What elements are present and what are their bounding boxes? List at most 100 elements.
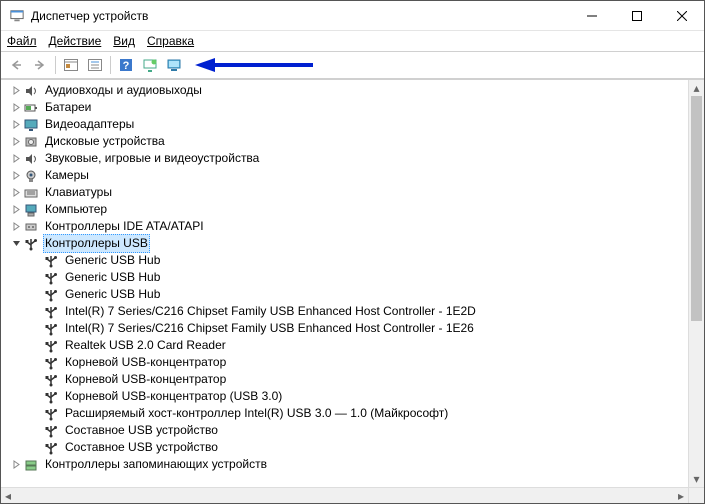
category-label: Дисковые устройства [43,133,167,150]
category-label: Компьютер [43,201,109,218]
device-node[interactable]: Корневой USB-концентратор [1,371,688,388]
toolbar-separator [55,56,56,74]
device-node[interactable]: Расширяемый хост-контроллер Intel(R) USB… [1,405,688,422]
category-label: Аудиовходы и аудиовыходы [43,82,204,99]
close-button[interactable] [659,1,704,31]
category-label: Контроллеры USB [43,234,150,253]
device-node[interactable]: Generic USB Hub [1,269,688,286]
device-tree[interactable]: Аудиовходы и аудиовыходыБатареиВидеоадап… [1,80,688,487]
device-label: Realtek USB 2.0 Card Reader [63,337,228,354]
nav-forward-button[interactable] [29,54,51,76]
category-node[interactable]: Дисковые устройства [1,133,688,150]
usb-icon [43,406,59,422]
usb-icon [23,236,39,252]
annotation-arrow [195,55,315,75]
device-node[interactable]: Корневой USB-концентратор (USB 3.0) [1,388,688,405]
chevron-right-icon[interactable] [9,171,23,180]
menu-file[interactable]: Файл [7,34,37,48]
menu-view[interactable]: Вид [113,34,135,48]
device-node[interactable]: Составное USB устройство [1,439,688,456]
scan-hardware-button[interactable] [139,54,161,76]
ide-icon [23,219,39,235]
help-button[interactable]: ? [115,54,137,76]
category-label: Видеоадаптеры [43,116,136,133]
device-label: Generic USB Hub [63,286,162,303]
chevron-right-icon[interactable] [9,154,23,163]
device-label: Generic USB Hub [63,269,162,286]
scroll-down-icon[interactable]: ▾ [689,471,704,487]
show-hidden-button[interactable] [60,54,82,76]
tree-panel: Аудиовходы и аудиовыходыБатареиВидеоадап… [1,79,704,503]
keyboard-icon [23,185,39,201]
category-label: Контроллеры запоминающих устройств [43,456,269,473]
usb-icon [43,287,59,303]
chevron-right-icon[interactable] [9,120,23,129]
horizontal-scrollbar[interactable]: ◂▸ [1,487,688,503]
device-label: Intel(R) 7 Series/C216 Chipset Family US… [63,303,478,320]
usb-icon [43,270,59,286]
usb-icon [43,423,59,439]
device-node[interactable]: Составное USB устройство [1,422,688,439]
menu-help[interactable]: Справка [147,34,194,48]
usb-icon [43,253,59,269]
maximize-button[interactable] [614,1,659,31]
chevron-right-icon[interactable] [9,460,23,469]
toolbar: ? [1,51,704,79]
category-node[interactable]: Контроллеры USB [1,235,688,252]
chevron-right-icon[interactable] [9,137,23,146]
usb-icon [43,389,59,405]
disk-icon [23,134,39,150]
category-node[interactable]: Клавиатуры [1,184,688,201]
nav-back-button[interactable] [5,54,27,76]
category-node[interactable]: Контроллеры IDE ATA/ATAPI [1,218,688,235]
device-node[interactable]: Intel(R) 7 Series/C216 Chipset Family US… [1,303,688,320]
category-label: Камеры [43,167,91,184]
minimize-button[interactable] [569,1,614,31]
category-node[interactable]: Контроллеры запоминающих устройств [1,456,688,473]
titlebar: Диспетчер устройств [1,1,704,31]
category-node[interactable]: Видеоадаптеры [1,116,688,133]
svg-text:?: ? [123,60,130,72]
category-node[interactable]: Батареи [1,99,688,116]
chevron-right-icon[interactable] [9,188,23,197]
add-legacy-button[interactable] [163,54,185,76]
battery-icon [23,100,39,116]
usb-icon [43,321,59,337]
vertical-scrollbar[interactable]: ▴ ▾ [688,80,704,487]
category-node[interactable]: Звуковые, игровые и видеоустройства [1,150,688,167]
scroll-thumb[interactable] [691,96,702,321]
chevron-right-icon[interactable] [9,103,23,112]
category-node[interactable]: Камеры [1,167,688,184]
app-icon [9,8,25,24]
category-label: Батареи [43,99,93,116]
category-label: Контроллеры IDE ATA/ATAPI [43,218,206,235]
menu-action[interactable]: Действие [49,34,102,48]
computer-icon [23,202,39,218]
device-label: Generic USB Hub [63,252,162,269]
device-node[interactable]: Generic USB Hub [1,252,688,269]
camera-icon [23,168,39,184]
category-node[interactable]: Аудиовходы и аудиовыходы [1,82,688,99]
chevron-right-icon[interactable] [9,86,23,95]
usb-icon [43,338,59,354]
usb-icon [43,372,59,388]
device-node[interactable]: Realtek USB 2.0 Card Reader [1,337,688,354]
usb-icon [43,355,59,371]
device-label: Корневой USB-концентратор (USB 3.0) [63,388,284,405]
category-label: Звуковые, игровые и видеоустройства [43,150,261,167]
device-node[interactable]: Intel(R) 7 Series/C216 Chipset Family US… [1,320,688,337]
scroll-up-icon[interactable]: ▴ [689,80,704,96]
audio-icon [23,83,39,99]
device-node[interactable]: Generic USB Hub [1,286,688,303]
device-label: Корневой USB-концентратор [63,371,228,388]
category-node[interactable]: Компьютер [1,201,688,218]
usb-icon [43,440,59,456]
chevron-right-icon[interactable] [9,205,23,214]
device-label: Составное USB устройство [63,422,220,439]
chevron-down-icon[interactable] [9,239,23,248]
category-label: Клавиатуры [43,184,114,201]
chevron-right-icon[interactable] [9,222,23,231]
properties-button[interactable] [84,54,106,76]
device-label: Расширяемый хост-контроллер Intel(R) USB… [63,405,450,422]
device-node[interactable]: Корневой USB-концентратор [1,354,688,371]
